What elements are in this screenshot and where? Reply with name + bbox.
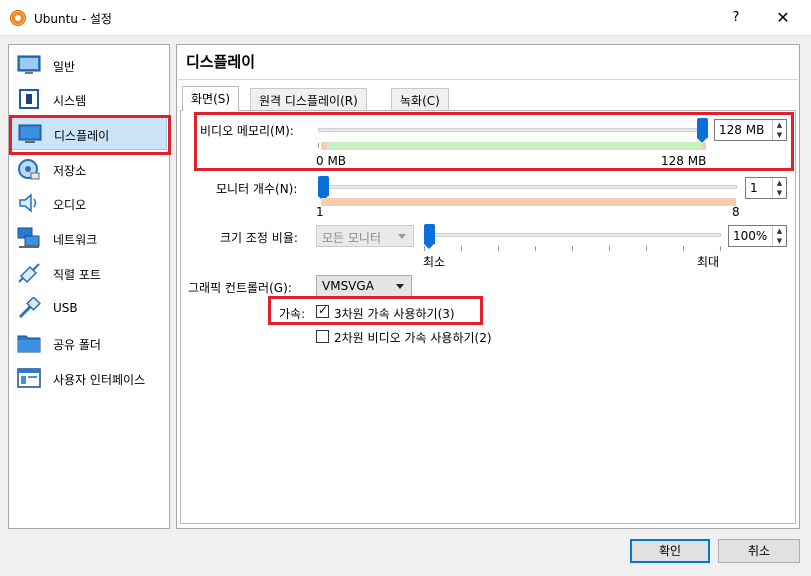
sidebar-item-user-interface[interactable]: 사용자 인터페이스	[11, 361, 167, 395]
scale-factor-spinbox[interactable]: 100% ▲ ▼	[728, 225, 787, 247]
scale-factor-spin-buttons: ▲ ▼	[772, 226, 786, 246]
graphics-controller-label: 그래픽 컨트롤러(G):	[188, 281, 292, 295]
spin-up-icon[interactable]: ▲	[773, 226, 786, 236]
scale-monitor-select-value: 모든 모니터	[322, 231, 382, 245]
sidebar-item-storage[interactable]: 저장소	[11, 152, 167, 186]
sidebar-item-label: 저장소	[53, 164, 87, 178]
general-icon	[17, 55, 41, 74]
tab-recording[interactable]: 녹화(C)	[391, 88, 449, 110]
sidebar-item-network[interactable]: 네트워크	[11, 221, 167, 255]
slider-tick	[646, 246, 647, 251]
slider-tick	[609, 246, 610, 251]
scale-monitor-select: 모든 모니터	[316, 225, 414, 247]
monitor-count-label: 모니터 개수(N):	[216, 182, 298, 196]
monitor-count-spin-buttons: ▲ ▼	[772, 178, 786, 198]
graphics-controller-select[interactable]: VMSVGA	[316, 275, 412, 297]
scale-factor-label: 크기 조정 비율:	[220, 231, 298, 245]
sidebar-item-label: 시스템	[53, 94, 87, 108]
video-memory-highlight-box	[194, 112, 794, 171]
window-title: Ubuntu - 설정	[34, 12, 112, 26]
monitor-count-slider-track[interactable]	[318, 185, 737, 189]
help-button[interactable]: ?	[724, 7, 748, 29]
spin-up-icon[interactable]: ▲	[773, 178, 786, 188]
spin-down-icon[interactable]: ▼	[773, 188, 786, 198]
title-divider	[178, 79, 798, 80]
chevron-down-icon	[398, 234, 406, 239]
usb-icon	[18, 297, 41, 319]
tab-screen[interactable]: 화면(S)	[182, 86, 240, 111]
scale-factor-max-label: 최대	[697, 255, 720, 269]
sidebar-item-usb[interactable]: USB	[11, 291, 167, 325]
sidebar-item-label: USB	[53, 301, 78, 315]
monitor-count-min-label: 1	[316, 205, 324, 219]
slider-tick	[498, 246, 499, 251]
slider-tick	[424, 246, 425, 251]
monitor-count-slider-thumb[interactable]	[318, 176, 329, 201]
folder-icon	[17, 335, 41, 353]
monitor-count-value: 1	[750, 181, 758, 195]
sidebar-item-general[interactable]: 일반	[11, 48, 167, 82]
sidebar-item-system[interactable]: 시스템	[11, 82, 167, 116]
speaker-icon	[19, 193, 37, 213]
sidebar-item-label: 직렬 포트	[53, 268, 101, 282]
graphics-controller-value: VMSVGA	[322, 279, 374, 293]
storage-disk-icon	[18, 159, 40, 180]
sidebar-item-shared-folders[interactable]: 공유 폴더	[11, 326, 167, 360]
slider-tick	[720, 246, 721, 251]
serial-port-icon	[18, 263, 40, 284]
system-chip-icon	[19, 89, 39, 109]
sidebar-item-label: 공유 폴더	[53, 338, 101, 352]
user-interface-icon	[17, 368, 41, 388]
sidebar-item-label: 오디오	[53, 198, 87, 212]
spin-down-icon[interactable]: ▼	[773, 236, 786, 246]
scale-factor-value: 100%	[733, 229, 768, 243]
slider-tick	[572, 246, 573, 251]
slider-tick	[683, 246, 684, 251]
display-nav-highlight-box	[9, 115, 171, 155]
accel-2d-checkbox[interactable]: ✓	[316, 330, 329, 343]
sidebar-item-label: 네트워크	[53, 233, 98, 247]
cancel-button[interactable]: 취소	[718, 539, 800, 563]
sidebar-item-label: 일반	[53, 60, 76, 74]
scale-factor-min-label: 최소	[423, 255, 446, 269]
sidebar-item-label: 사용자 인터페이스	[53, 373, 146, 387]
acceleration-highlight-box	[268, 296, 483, 325]
monitor-count-max-label: 8	[732, 205, 740, 219]
scale-factor-ticks	[424, 246, 721, 251]
slider-tick	[461, 246, 462, 251]
close-button[interactable]: ✕	[768, 6, 798, 30]
scale-factor-slider-track[interactable]	[424, 233, 721, 237]
tab-remote-display[interactable]: 원격 디스플레이(R)	[250, 88, 367, 110]
sidebar-item-serial-ports[interactable]: 직렬 포트	[11, 256, 167, 290]
page-title: 디스플레이	[186, 53, 256, 71]
title-bar: Ubuntu - 설정 ? ✕	[0, 0, 811, 36]
scale-factor-slider-thumb[interactable]	[424, 224, 435, 249]
chevron-down-icon	[396, 284, 404, 289]
network-icon	[17, 227, 40, 248]
accel-2d-label[interactable]: 2차원 비디오 가속 사용하기(2)	[334, 329, 492, 346]
slider-tick	[535, 246, 536, 251]
virtualbox-app-icon	[10, 10, 26, 26]
sidebar-item-audio[interactable]: 오디오	[11, 186, 167, 220]
ok-button[interactable]: 확인	[630, 539, 710, 563]
monitor-count-range	[321, 198, 736, 206]
monitor-count-spinbox[interactable]: 1 ▲ ▼	[745, 177, 787, 199]
